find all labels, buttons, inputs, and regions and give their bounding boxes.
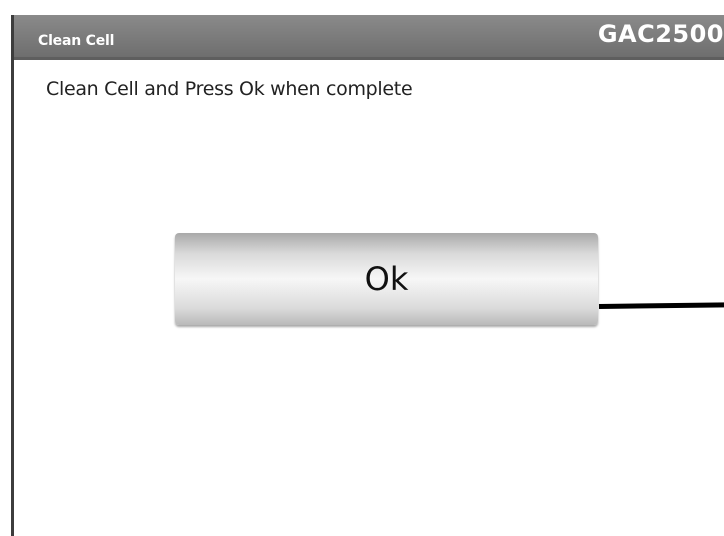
callout-line bbox=[598, 302, 724, 309]
instruction-message: Clean Cell and Press Ok when complete bbox=[46, 78, 413, 100]
ok-button-label: Ok bbox=[364, 260, 409, 298]
ok-button[interactable]: Ok bbox=[175, 233, 598, 325]
dialog-titlebar: Clean Cell GAC2500 bbox=[14, 15, 724, 60]
clean-cell-dialog: Clean Cell GAC2500 Clean Cell and Press … bbox=[11, 15, 724, 536]
instrument-name: GAC2500 bbox=[597, 20, 724, 48]
dialog-title: Clean Cell bbox=[38, 33, 115, 49]
